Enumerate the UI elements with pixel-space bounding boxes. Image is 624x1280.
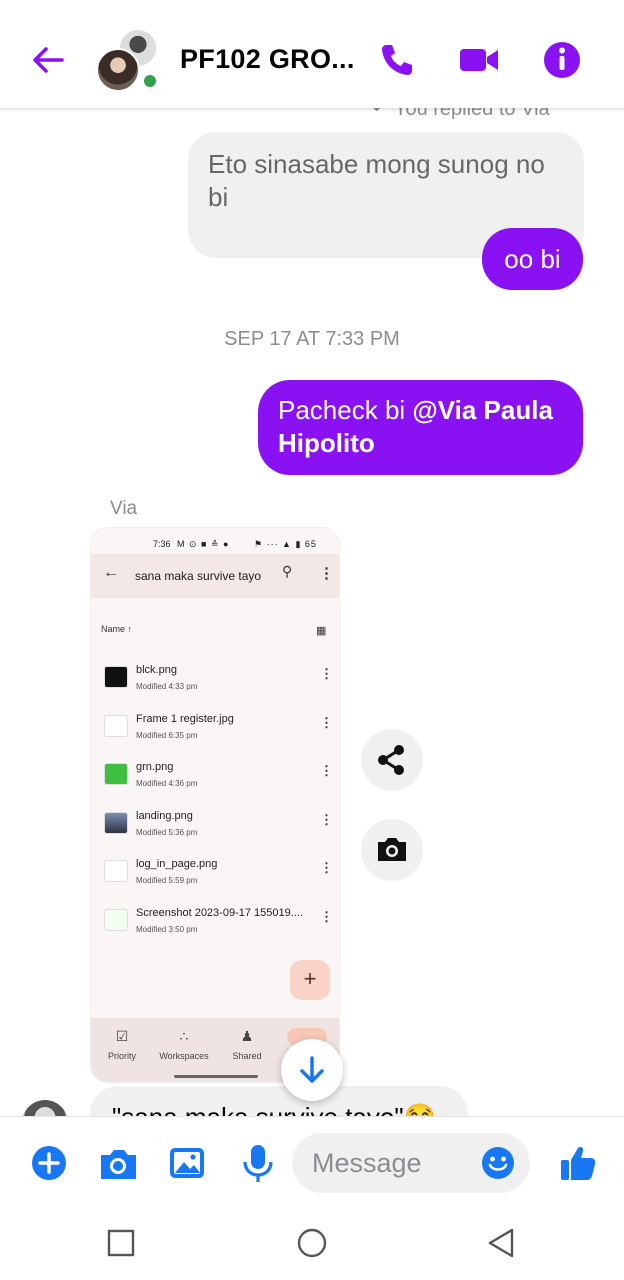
back-triangle-icon[interactable] [484,1226,518,1260]
workspaces-icon: ∴ [179,1028,189,1044]
scroll-to-bottom-button[interactable] [281,1039,343,1101]
sent-message-bubble[interactable]: oo bi [482,228,583,290]
file-thumbnail [104,763,128,785]
file-thumbnail [104,666,128,688]
recent-apps-icon[interactable] [104,1226,138,1260]
group-avatar[interactable] [96,28,162,94]
image-file-row: blck.png Modified 4:33 pm ⋮ [91,662,339,708]
chat-title[interactable]: PF102 GRO... [180,44,355,75]
file-name: grn.png [136,761,174,773]
file-name: blck.png [136,664,177,676]
video-call-icon[interactable] [457,38,501,82]
image-nav-workspaces: ∴ Workspaces [154,1028,214,1061]
file-name: log_in_page.png [136,858,218,870]
messenger-chat-screen: PF102 GRO... ↶ You replied to Via Eto si… [0,0,624,1280]
share-icon [378,745,404,775]
image-file-row: Screenshot 2023-09-17 155019.... Modifie… [91,905,339,951]
image-nav-priority: ☑ Priority [92,1028,152,1061]
file-meta: Modified 4:36 pm [136,779,198,788]
plus-icon[interactable] [27,1141,71,1185]
file-meta: Modified 4:33 pm [136,682,198,691]
image-more-icon: ⋮ [319,565,334,582]
camera-icon [378,838,406,861]
message-input[interactable]: Message [292,1133,530,1193]
nav-label: Priority [107,1051,136,1061]
phone-call-icon[interactable] [374,38,418,82]
microphone-icon[interactable] [236,1141,280,1185]
image-nav-shared: ♟ Shared [217,1028,277,1061]
image-search-icon: ⚲ [282,563,293,579]
camera-icon[interactable] [96,1141,140,1185]
image-back-icon: ← [103,564,119,581]
file-more-icon: ⋮ [320,812,333,827]
file-more-icon: ⋮ [320,666,333,681]
message-timestamp: SEP 17 AT 7:33 PM [224,328,400,350]
image-status-icons: M ⊙ ■ ≙ ● [177,539,230,549]
file-meta: Modified 3:50 pm [136,925,198,934]
nav-label: Workspaces [159,1051,209,1061]
file-thumbnail [104,860,128,882]
image-status-time: 7:36 [153,539,171,549]
file-thumbnail [104,812,128,834]
nav-label: Shared [232,1051,262,1061]
gallery-icon[interactable] [165,1141,209,1185]
file-meta: Modified 5:36 pm [136,828,198,837]
like-icon[interactable] [556,1141,600,1185]
shared-image-message[interactable]: 7:36 M ⊙ ■ ≙ ● ⚑ ··· ▲ ▮ 65 ← sana maka … [90,527,340,1083]
share-button[interactable] [361,729,423,791]
image-status-right: ⚑ ··· ▲ ▮ 65 [254,539,317,549]
online-status-indicator [141,72,159,90]
image-folder-title: sana maka survive tayo [135,569,262,583]
file-more-icon: ⋮ [320,763,333,778]
sent-message-bubble[interactable]: Pacheck bi @Via Paula Hipolito [258,380,583,475]
image-gesture-bar [174,1075,258,1078]
image-file-row: grn.png Modified 4:36 pm ⋮ [91,759,339,805]
image-grid-view-icon: ▦ [316,625,327,637]
file-more-icon: ⋮ [320,860,333,875]
image-file-row: log_in_page.png Modified 5:59 pm ⋮ [91,856,339,902]
arrow-down-icon [300,1056,324,1083]
image-app-bar: ← sana maka survive tayo ⚲ ⋮ [91,554,339,598]
file-name: landing.png [136,810,193,822]
file-name: Frame 1 register.jpg [136,713,234,725]
image-add-fab: + [290,960,330,1000]
shared-icon: ♟ [240,1028,254,1044]
file-more-icon: ⋮ [320,715,333,730]
image-file-row: Frame 1 register.jpg Modified 6:35 pm ⋮ [91,711,339,757]
back-arrow-icon[interactable] [26,38,70,82]
file-thumbnail [104,909,128,931]
member-avatar [96,48,140,92]
system-navigation-bar [0,1208,624,1280]
sender-name: Via [110,498,138,519]
emoji-icon[interactable] [480,1145,516,1181]
file-thumbnail [104,715,128,737]
priority-icon: ☑ [115,1028,129,1044]
image-status-bar: 7:36 M ⊙ ■ ≙ ● ⚑ ··· ▲ ▮ 65 [91,536,339,554]
image-sort-label: Name ↑ [101,624,133,634]
message-composer: Message [0,1116,624,1208]
file-meta: Modified 6:35 pm [136,731,198,740]
home-icon[interactable] [295,1226,329,1260]
file-meta: Modified 5:59 pm [136,876,198,885]
chat-header: PF102 GRO... [0,0,624,108]
message-placeholder: Message [312,1148,422,1178]
info-icon[interactable] [540,38,584,82]
file-name: Screenshot 2023-09-17 155019.... [136,907,303,919]
image-file-row: landing.png Modified 5:36 pm ⋮ [91,808,339,854]
message-text: Pacheck bi [278,395,413,425]
camera-save-button[interactable] [361,819,423,881]
file-more-icon: ⋮ [320,909,333,924]
